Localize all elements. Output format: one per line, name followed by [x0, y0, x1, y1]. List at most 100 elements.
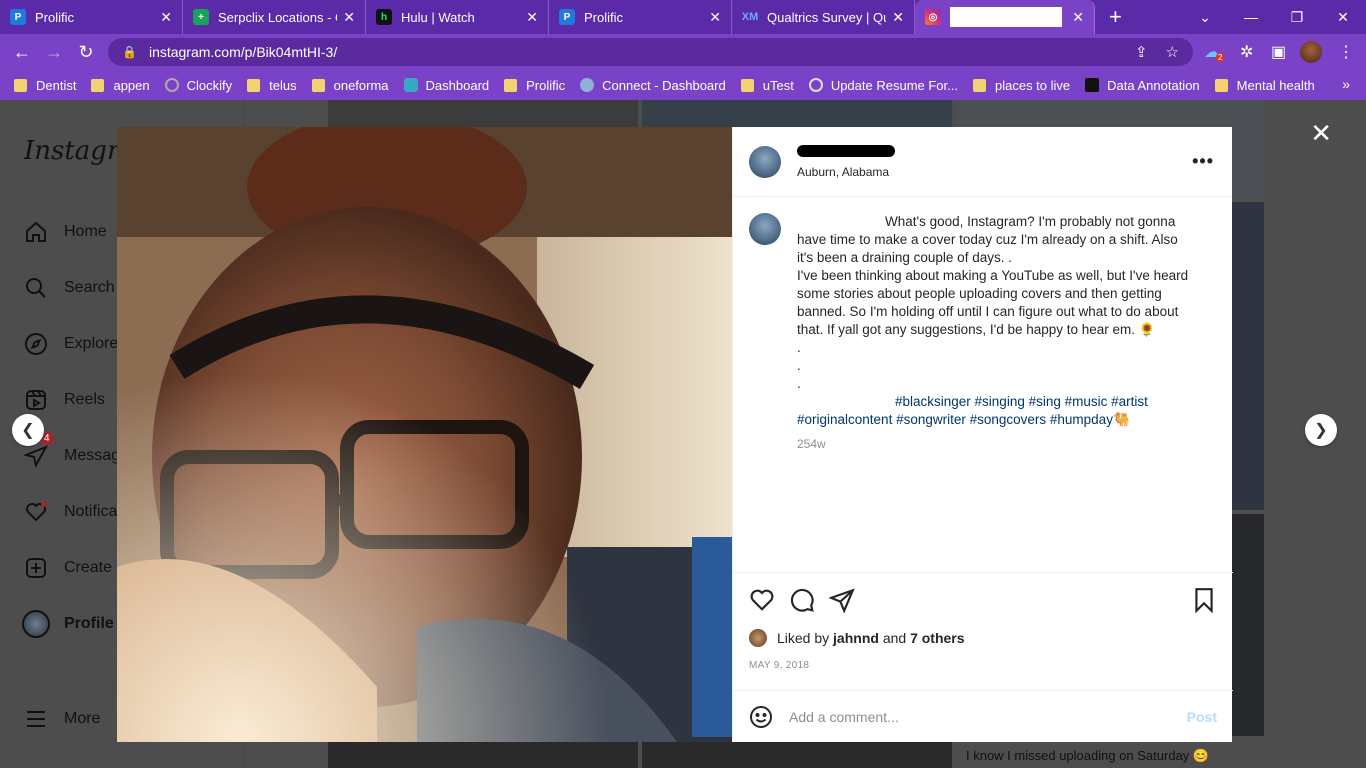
- tab-title: Qualtrics Survey | Qua: [767, 9, 887, 25]
- lock-icon[interactable]: 🔒: [122, 45, 137, 59]
- tab-serpclix[interactable]: + Serpclix Locations - Go ✕: [183, 0, 366, 34]
- profile-avatar[interactable]: [1300, 34, 1322, 70]
- bookmark-star-icon[interactable]: ☆: [1166, 43, 1179, 61]
- sidebar-item-home[interactable]: Home: [22, 218, 107, 246]
- prolific-favicon-icon: P: [559, 9, 575, 25]
- window-close-icon[interactable]: ✕: [1320, 9, 1366, 26]
- save-bookmark-icon[interactable]: [1191, 587, 1217, 613]
- close-icon[interactable]: ✕: [526, 9, 538, 26]
- bookmark-label: Clockify: [186, 77, 233, 93]
- extension-cloud[interactable]: ☁ 2: [1204, 34, 1225, 70]
- forward-arrow-icon[interactable]: →: [38, 42, 70, 63]
- bookmark-places-to-live[interactable]: places to live: [972, 78, 1070, 93]
- chatgpt-icon: [808, 78, 823, 92]
- address-toolbar: ← → ↻ 🔒 instagram.com/p/Bik04mtHI-3/ ⇪ ☆…: [0, 34, 1366, 70]
- restore-icon[interactable]: ❐: [1274, 9, 1320, 26]
- author-avatar[interactable]: [749, 145, 781, 178]
- folder-icon: [91, 78, 105, 92]
- puzzle-extensions-icon[interactable]: ✲: [1240, 34, 1253, 70]
- bookmark-clockify[interactable]: Clockify: [164, 77, 233, 93]
- bookmark-prolific[interactable]: Prolific: [504, 78, 565, 93]
- caption-time-ago[interactable]: 254w: [797, 437, 1197, 451]
- window-controls: ⌄ — ❐ ✕: [1182, 0, 1366, 34]
- more-options-icon[interactable]: •••: [1192, 151, 1214, 172]
- bookmark-mental-health[interactable]: Mental health: [1214, 78, 1315, 93]
- url-text[interactable]: instagram.com/p/Bik04mtHI-3/: [149, 44, 1117, 60]
- bookmark-label: Connect - Dashboard: [602, 77, 726, 93]
- post-location[interactable]: Auburn, Alabama: [797, 165, 895, 179]
- close-icon[interactable]: ✕: [1072, 9, 1084, 26]
- user-avatar-image: [1300, 41, 1322, 63]
- post-photo[interactable]: [117, 127, 732, 742]
- next-post-chevron-icon[interactable]: ❯: [1305, 414, 1337, 446]
- qualtrics-favicon-icon: XM: [741, 11, 759, 23]
- back-arrow-icon[interactable]: ←: [6, 42, 38, 63]
- liked-by-user[interactable]: jahnnd: [833, 630, 879, 646]
- hulu-favicon-icon: h: [376, 9, 392, 25]
- browser-tab-bar: P Prolific ✕ + Serpclix Locations - Go ✕…: [0, 0, 1366, 34]
- bookmark-oneforma[interactable]: oneforma: [311, 78, 389, 93]
- url-bar[interactable]: 🔒 instagram.com/p/Bik04mtHI-3/ ⇪ ☆: [108, 38, 1193, 66]
- tab-search-chevron-icon[interactable]: ⌄: [1182, 9, 1228, 26]
- bookmark-label: Dashboard: [425, 77, 490, 93]
- grid-tile[interactable]: [642, 742, 952, 768]
- messenger-icon: 4: [22, 432, 54, 470]
- home-icon: [22, 218, 50, 246]
- close-icon[interactable]: ✕: [343, 9, 355, 26]
- add-comment-bar: Add a comment... Post: [733, 690, 1233, 742]
- post-comment-button[interactable]: Post: [1187, 709, 1217, 725]
- bookmark-utest[interactable]: uTest: [740, 77, 794, 93]
- modal-close-icon[interactable]: ✕: [1310, 118, 1332, 149]
- reload-icon[interactable]: ↻: [70, 42, 102, 63]
- share-paper-plane-icon[interactable]: [829, 587, 855, 613]
- sidebar-item-reels[interactable]: Reels: [22, 386, 105, 414]
- tab-instagram-active[interactable]: ◎ ✕: [915, 0, 1095, 34]
- grid-tile[interactable]: [328, 100, 638, 130]
- liker-avatar[interactable]: [749, 629, 767, 647]
- chrome-menu-icon[interactable]: ⋮: [1338, 34, 1354, 70]
- bookmark-dashboard[interactable]: Dashboard: [403, 77, 490, 93]
- bookmark-label: telus: [269, 77, 297, 93]
- sidebar-item-explore[interactable]: Explore: [22, 330, 118, 358]
- bookmarks-overflow-chevron-icon[interactable]: »: [1342, 76, 1350, 92]
- bookmark-label: appen: [113, 77, 150, 93]
- tab-prolific[interactable]: P Prolific ✕: [0, 0, 183, 34]
- bookmark-update-resume[interactable]: Update Resume For...: [808, 78, 958, 93]
- post-date[interactable]: MAY 9, 2018: [749, 660, 809, 671]
- liked-by-others[interactable]: 7 others: [910, 630, 964, 646]
- sidebar-item-profile[interactable]: Profile: [22, 610, 114, 638]
- minimize-icon[interactable]: —: [1228, 9, 1274, 25]
- sidebar-item-create[interactable]: Create: [22, 554, 112, 582]
- comment-bubble-icon[interactable]: [789, 587, 815, 613]
- caption-author-avatar[interactable]: [749, 213, 781, 245]
- comment-input[interactable]: Add a comment...: [789, 709, 1187, 725]
- close-icon[interactable]: ✕: [892, 9, 904, 26]
- grid-tile[interactable]: [642, 100, 952, 130]
- grid-tile[interactable]: [328, 742, 638, 768]
- bookmark-telus[interactable]: telus: [247, 77, 297, 93]
- tab-hulu[interactable]: h Hulu | Watch ✕: [366, 0, 549, 34]
- caption-hashtags[interactable]: #blacksinger #singing #sing #music #arti…: [797, 394, 1152, 427]
- folder-icon: [1214, 78, 1228, 92]
- bookmark-appen[interactable]: appen: [91, 77, 150, 93]
- previous-post-chevron-icon[interactable]: ❮: [12, 414, 44, 446]
- post-header: Auburn, Alabama •••: [733, 127, 1232, 197]
- bookmark-data-annotation[interactable]: Data Annotation: [1085, 78, 1200, 93]
- bookmark-label: uTest: [762, 77, 794, 93]
- share-icon[interactable]: ⇪: [1135, 43, 1148, 61]
- side-panel-icon[interactable]: ▣: [1271, 34, 1286, 70]
- like-heart-icon[interactable]: [749, 587, 775, 613]
- tab-prolific-2[interactable]: P Prolific ✕: [549, 0, 732, 34]
- bookmark-dentist[interactable]: Dentist: [14, 78, 76, 93]
- sidebar-item-search[interactable]: Search: [22, 274, 115, 302]
- tab-title: Prolific: [35, 9, 75, 25]
- close-icon[interactable]: ✕: [160, 9, 172, 26]
- tab-qualtrics[interactable]: XM Qualtrics Survey | Qua ✕: [732, 0, 915, 34]
- emoji-smiley-icon[interactable]: [749, 705, 773, 729]
- sidebar-item-more[interactable]: More: [22, 705, 100, 733]
- new-tab-plus-icon[interactable]: +: [1109, 4, 1122, 30]
- redacted-username[interactable]: [797, 144, 895, 157]
- bookmark-connect-dashboard[interactable]: Connect - Dashboard: [580, 78, 726, 93]
- close-icon[interactable]: ✕: [709, 9, 721, 26]
- folder-icon: [311, 78, 325, 92]
